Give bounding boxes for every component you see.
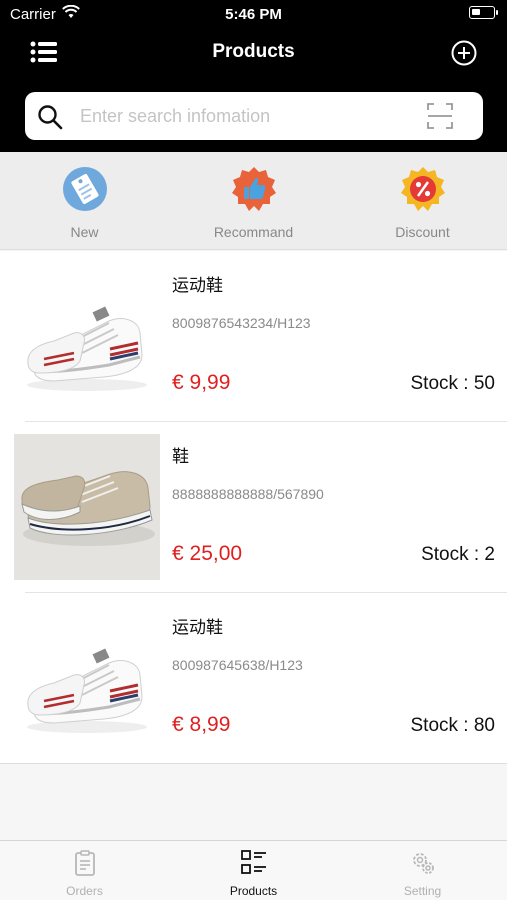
clipboard-icon <box>75 850 95 876</box>
product-price: € 25,00 <box>172 542 243 565</box>
tab-setting[interactable]: Setting <box>338 841 507 900</box>
tab-products[interactable]: Products <box>169 841 338 900</box>
search-input[interactable] <box>80 92 420 140</box>
gears-icon <box>413 853 434 874</box>
category-new[interactable]: New <box>0 152 169 250</box>
product-code: 800987645638/H123 <box>172 657 303 673</box>
product-image <box>14 434 160 580</box>
scan-icon[interactable] <box>427 103 453 129</box>
category-label: New <box>70 224 99 240</box>
category-label: Recommand <box>213 224 294 240</box>
tab-orders[interactable]: Orders <box>0 841 169 900</box>
product-image <box>14 605 160 751</box>
percent-badge-icon <box>401 167 445 211</box>
product-stock: Stock : 2 <box>421 544 495 565</box>
search-icon <box>38 105 63 130</box>
status-time: 5:46 PM <box>225 6 282 23</box>
tab-label: Products <box>229 884 278 898</box>
page-title: Products <box>212 41 295 62</box>
product-stock: Stock : 80 <box>410 715 496 736</box>
product-name: 运动鞋 <box>172 276 223 295</box>
list-bottom-divider <box>0 763 507 764</box>
header: Carrier 5:46 PM Products <box>0 0 507 152</box>
category-recommand[interactable]: Recommand <box>169 152 338 250</box>
add-circle-icon[interactable] <box>451 40 477 66</box>
product-price: € 9,99 <box>172 371 231 394</box>
tab-label: Orders <box>66 884 103 898</box>
category-bar: New Recommand Discount <box>0 152 507 250</box>
product-image <box>14 263 160 409</box>
category-discount[interactable]: Discount <box>338 152 507 250</box>
new-tag-icon <box>63 167 107 211</box>
search-bar <box>25 92 483 140</box>
product-stock: Stock : 50 <box>410 373 496 394</box>
product-row[interactable]: 鞋 8888888888888/567890 € 25,00 Stock : 2 <box>0 422 507 593</box>
product-list-icon <box>241 850 266 874</box>
product-price: € 8,99 <box>172 713 231 736</box>
product-row[interactable]: 运动鞋 800987645638/H123 € 8,99 Stock : 80 <box>0 593 507 764</box>
category-label: Discount <box>395 224 450 240</box>
tab-bar: Orders Products Setting <box>0 840 507 900</box>
product-name: 运动鞋 <box>172 618 223 637</box>
navbar: Products <box>0 28 507 78</box>
product-row[interactable]: 运动鞋 8009876543234/H123 € 9,99 Stock : 50 <box>0 251 507 422</box>
product-name: 鞋 <box>172 447 189 466</box>
status-bar: Carrier 5:46 PM <box>0 0 507 28</box>
product-list: 运动鞋 8009876543234/H123 € 9,99 Stock : 50… <box>0 251 507 763</box>
product-code: 8009876543234/H123 <box>172 315 311 331</box>
tab-label: Setting <box>403 884 442 898</box>
product-code: 8888888888888/567890 <box>172 486 324 502</box>
thumbs-up-badge-icon <box>232 167 276 211</box>
battery-icon <box>469 6 498 19</box>
